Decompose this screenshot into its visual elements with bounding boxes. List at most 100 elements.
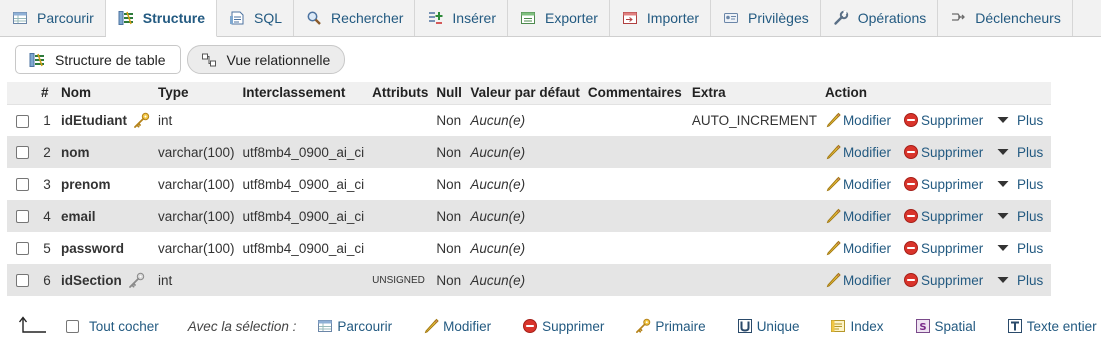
table-browse-icon	[317, 318, 333, 334]
more-button[interactable]: Plus	[995, 208, 1047, 224]
row-checkbox[interactable]	[15, 146, 29, 160]
row-checkbox[interactable]	[15, 114, 29, 128]
bulk-action-label: Parcourir	[337, 318, 393, 334]
caret-down-icon	[995, 112, 1011, 128]
tab-operations[interactable]: Opérations	[821, 0, 939, 36]
modify-button[interactable]: Modifier	[825, 240, 903, 256]
delete-label: Supprimer	[920, 144, 984, 160]
caret-down-icon	[995, 208, 1011, 224]
tab-label: SQL	[254, 10, 283, 26]
wrench-icon	[833, 10, 849, 26]
column-extra	[687, 200, 821, 232]
check-all-checkbox[interactable]	[66, 319, 79, 333]
bulk-index-button[interactable]: Index	[830, 318, 884, 334]
column-collation: utf8mb4_0900_ai_ci	[238, 168, 369, 200]
column-collation: utf8mb4_0900_ai_ci	[238, 136, 369, 168]
modify-button[interactable]: Modifier	[825, 112, 903, 128]
table-header-row: # Nom Type Interclassement Attributs Nul…	[7, 82, 1051, 105]
delete-button[interactable]: Supprimer	[903, 144, 995, 160]
export-icon	[520, 10, 536, 26]
check-all-toggle[interactable]: Tout cocher	[66, 319, 159, 334]
modify-button[interactable]: Modifier	[825, 272, 903, 288]
modify-button[interactable]: Modifier	[825, 208, 903, 224]
modify-button[interactable]: Modifier	[825, 176, 903, 192]
row-checkbox[interactable]	[15, 178, 29, 192]
spatial-icon: S	[915, 318, 931, 334]
delete-label: Supprimer	[920, 176, 984, 192]
tab-search[interactable]: Rechercher	[294, 0, 416, 36]
row-num: 3	[37, 168, 57, 200]
table-row: 4 email varchar(100) utf8mb4_0900_ai_ci …	[7, 200, 1051, 232]
row-num: 4	[37, 200, 57, 232]
row-checkbox[interactable]	[15, 210, 29, 224]
pencil-icon	[423, 318, 439, 334]
column-null: Non	[432, 200, 467, 232]
tab-label: Structure	[142, 10, 206, 26]
check-all-label: Tout cocher	[89, 318, 159, 334]
more-button[interactable]: Plus	[995, 112, 1047, 128]
row-checkbox-cell	[7, 168, 37, 200]
bulk-delete-button[interactable]: Supprimer	[522, 318, 604, 334]
header-null: Null	[432, 82, 467, 105]
bulk-fulltext-button[interactable]: Texte entier	[1007, 318, 1097, 334]
row-checkbox[interactable]	[15, 274, 29, 288]
row-actions: Modifier Supprimer Plus	[820, 136, 1051, 168]
delete-label: Supprimer	[920, 240, 984, 256]
delete-icon	[903, 176, 919, 192]
row-checkbox[interactable]	[15, 242, 29, 256]
column-attributes	[368, 232, 433, 264]
column-attributes	[368, 200, 433, 232]
more-button[interactable]: Plus	[995, 144, 1047, 160]
column-attributes	[368, 136, 433, 168]
row-actions: Modifier Supprimer Plus	[820, 232, 1051, 264]
column-default: Aucun(e)	[466, 232, 584, 264]
delete-icon	[903, 112, 919, 128]
tab-export[interactable]: Exporter	[508, 0, 610, 36]
more-button[interactable]: Plus	[995, 176, 1047, 192]
import-icon	[622, 10, 638, 26]
bulk-spatial-button[interactable]: S Spatial	[915, 318, 976, 334]
primary-key-icon	[133, 112, 150, 129]
modify-label: Modifier	[842, 144, 891, 160]
tab-label: Exporter	[545, 10, 598, 26]
tab-structure[interactable]: Structure	[105, 0, 218, 37]
tab-privileges[interactable]: Privilèges	[711, 0, 821, 36]
bulk-primary-button[interactable]: Primaire	[635, 318, 706, 334]
tab-triggers[interactable]: Déclencheurs	[938, 0, 1073, 36]
caret-down-icon	[995, 272, 1011, 288]
modify-label: Modifier	[842, 112, 891, 128]
more-label: Plus	[1016, 240, 1044, 256]
more-button[interactable]: Plus	[995, 240, 1047, 256]
header-checkbox-col	[7, 82, 37, 105]
column-name: nom	[57, 136, 154, 168]
primary-key-icon	[635, 318, 651, 334]
tab-label: Déclencheurs	[975, 10, 1061, 26]
bulk-browse-button[interactable]: Parcourir	[317, 318, 392, 334]
more-button[interactable]: Plus	[995, 272, 1047, 288]
bulk-action-label: Supprimer	[542, 318, 605, 334]
relation-view-button[interactable]: Vue relationnelle	[186, 45, 346, 74]
delete-button[interactable]: Supprimer	[903, 112, 995, 128]
header-comments: Commentaires	[583, 82, 688, 105]
bulk-unique-button[interactable]: Unique	[737, 318, 799, 334]
delete-button[interactable]: Supprimer	[903, 208, 995, 224]
delete-button[interactable]: Supprimer	[903, 176, 995, 192]
delete-button[interactable]: Supprimer	[903, 240, 995, 256]
column-name: email	[57, 200, 154, 232]
with-selection-label: Avec la sélection :	[187, 318, 297, 334]
tab-label: Opérations	[857, 10, 927, 26]
bulk-modify-button[interactable]: Modifier	[423, 318, 491, 334]
modify-button[interactable]: Modifier	[825, 144, 903, 160]
pencil-icon	[825, 208, 841, 224]
tab-insert[interactable]: Insérer	[415, 0, 508, 36]
row-actions: Modifier Supprimer Plus	[820, 168, 1051, 200]
row-checkbox-cell	[7, 104, 37, 136]
tab-import[interactable]: Importer	[610, 0, 712, 36]
tab-sql[interactable]: SQL	[217, 0, 295, 36]
delete-button[interactable]: Supprimer	[903, 272, 995, 288]
triggers-icon	[950, 10, 966, 26]
tab-label: Importer	[646, 10, 700, 26]
column-name-cell: idEtudiant	[57, 104, 154, 136]
table-structure-button[interactable]: Structure de table	[15, 45, 181, 74]
tab-browse[interactable]: Parcourir	[0, 0, 106, 36]
